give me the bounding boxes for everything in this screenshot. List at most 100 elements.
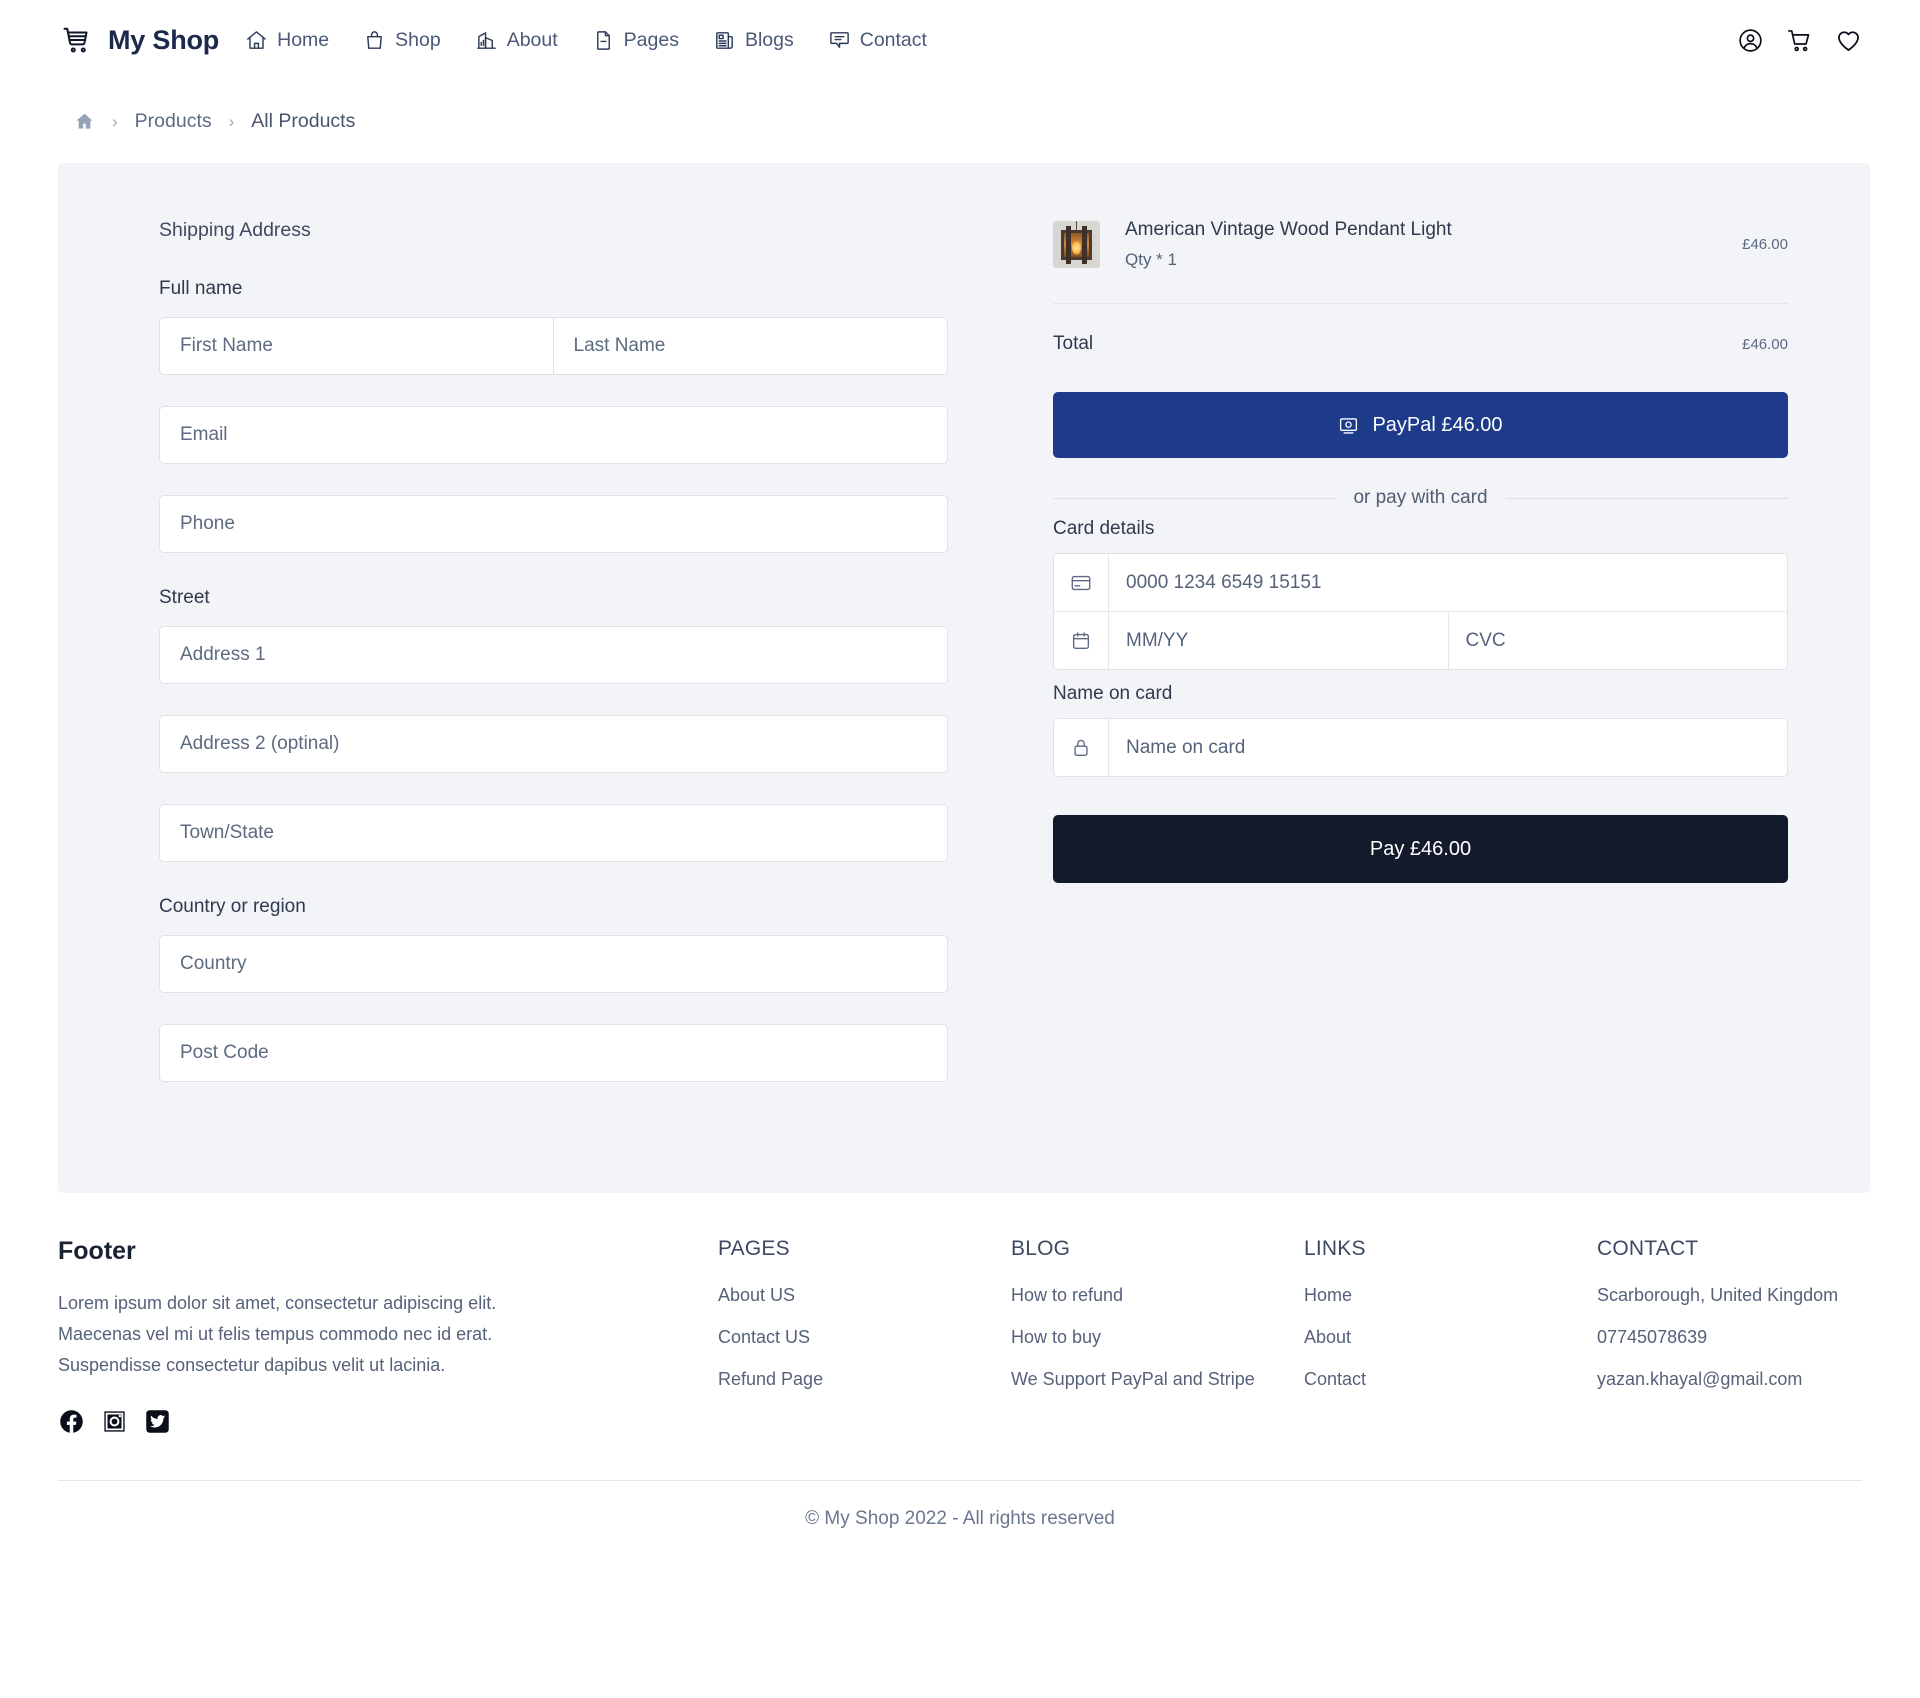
footer-link[interactable]: Refund Page <box>718 1369 1011 1390</box>
home-icon[interactable] <box>74 111 95 132</box>
shopping-cart-icon[interactable] <box>1786 27 1813 54</box>
full-name-row <box>159 317 948 375</box>
pay-button[interactable]: Pay £46.00 <box>1053 815 1788 883</box>
country-region-label: Country or region <box>159 896 306 917</box>
footer-about: Footer Lorem ipsum dolor sit amet, conse… <box>58 1237 718 1435</box>
shipping-address-form: Shipping Address Full name Street Countr… <box>98 219 988 1131</box>
footer-link[interactable]: How to buy <box>1011 1327 1304 1348</box>
file-minus-icon <box>592 29 615 52</box>
footer-link[interactable]: Home <box>1304 1285 1597 1306</box>
footer-column-links: LINKS Home About Contact <box>1304 1237 1597 1435</box>
nav-links: Home Shop About Pages Blogs Contact <box>245 29 927 52</box>
order-item-name: American Vintage Wood Pendant Light <box>1125 219 1452 240</box>
address1-input[interactable] <box>159 626 948 684</box>
paypal-pay-button-label: PayPal £46.00 <box>1372 413 1503 436</box>
name-on-card-row <box>1054 719 1787 776</box>
name-on-card-input[interactable] <box>1109 719 1787 776</box>
footer-link[interactable]: Contact <box>1304 1369 1597 1390</box>
brand-name: My Shop <box>108 24 220 55</box>
card-cvc-input[interactable] <box>1448 612 1787 669</box>
order-item-qty: Qty * 1 <box>1125 250 1177 269</box>
nav-link-label: Home <box>277 28 330 51</box>
nav-link-label: Shop <box>395 28 441 51</box>
breadcrumb-separator: › <box>228 111 235 131</box>
copyright-text: © My Shop 2022 - All rights reserved <box>805 1508 1115 1529</box>
footer-contact-email: yazan.khayal@gmail.com <box>1597 1369 1803 1389</box>
name-on-card-group <box>1053 718 1788 777</box>
footer-description: Lorem ipsum dolor sit amet, consectetur … <box>58 1293 497 1375</box>
checkout-panel: Shipping Address Full name Street Countr… <box>58 163 1870 1193</box>
footer-contact-phone: 07745078639 <box>1597 1327 1708 1347</box>
paypal-pay-button[interactable]: PayPal £46.00 <box>1053 392 1788 458</box>
footer-contact-address: Scarborough, United Kingdom <box>1597 1285 1839 1305</box>
nav-link-blogs[interactable]: Blogs <box>713 29 794 52</box>
lock-icon <box>1054 719 1109 776</box>
town-state-input[interactable] <box>159 804 948 862</box>
footer-column-contact: CONTACT Scarborough, United Kingdom 0774… <box>1597 1237 1838 1435</box>
full-name-label: Full name <box>159 278 243 299</box>
breadcrumb-item-all-products[interactable]: All Products <box>251 110 355 133</box>
facebook-icon[interactable] <box>58 1408 85 1435</box>
nav-link-contact[interactable]: Contact <box>828 29 927 52</box>
first-name-input[interactable] <box>159 317 554 375</box>
shopping-cart-icon <box>62 25 92 55</box>
footer-title: Footer <box>58 1237 136 1265</box>
footer-social-links <box>58 1408 608 1435</box>
newspaper-icon <box>713 29 736 52</box>
pendant-lamp-thumbnail <box>1053 221 1100 268</box>
order-line-item: American Vintage Wood Pendant Light Qty … <box>1053 219 1788 304</box>
nav-link-shop[interactable]: Shop <box>363 29 441 52</box>
email-input[interactable] <box>159 406 948 464</box>
phone-input[interactable] <box>159 495 948 553</box>
address2-input[interactable] <box>159 715 948 773</box>
chat-bubble-icon <box>828 29 851 52</box>
country-input[interactable] <box>159 935 948 993</box>
footer-link[interactable]: About <box>1304 1327 1597 1348</box>
nav-link-home[interactable]: Home <box>245 29 329 52</box>
site-footer: Footer Lorem ipsum dolor sit amet, conse… <box>0 1193 1920 1435</box>
order-item-price: £46.00 <box>1742 236 1788 253</box>
footer-column-blog: BLOG How to refund How to buy We Support… <box>1011 1237 1304 1435</box>
or-pay-with-card-label: or pay with card <box>1353 487 1488 508</box>
card-number-row <box>1054 554 1787 611</box>
footer-column-heading: PAGES <box>718 1237 790 1260</box>
footer-link[interactable]: Contact US <box>718 1327 1011 1348</box>
credit-card-icon <box>1054 554 1109 611</box>
twitter-icon[interactable] <box>144 1408 171 1435</box>
shopping-bag-icon <box>363 29 386 52</box>
nav-link-label: Pages <box>623 28 679 51</box>
breadcrumb: › Products › All Products <box>0 80 1920 136</box>
brand-group[interactable]: My Shop <box>62 25 219 56</box>
house-icon <box>245 29 268 52</box>
footer-link[interactable]: About US <box>718 1285 1011 1306</box>
heart-icon[interactable] <box>1835 27 1862 54</box>
paypal-icon <box>1338 415 1359 436</box>
footer-column-heading: LINKS <box>1304 1237 1366 1260</box>
footer-column-pages: PAGES About US Contact US Refund Page <box>718 1237 1011 1435</box>
calendar-icon <box>1054 612 1109 669</box>
user-circle-icon[interactable] <box>1737 27 1764 54</box>
nav-actions <box>1737 27 1862 54</box>
nav-link-label: About <box>506 28 558 51</box>
card-expiry-input[interactable] <box>1109 612 1449 669</box>
breadcrumb-item-products[interactable]: Products <box>135 110 212 133</box>
shipping-address-title: Shipping Address <box>159 219 311 241</box>
footer-link[interactable]: How to refund <box>1011 1285 1304 1306</box>
footer-column-heading: CONTACT <box>1597 1237 1699 1260</box>
nav-link-pages[interactable]: Pages <box>592 29 679 52</box>
nav-link-about[interactable]: About <box>475 29 558 52</box>
name-on-card-label: Name on card <box>1053 683 1173 704</box>
footer-link[interactable]: We Support PayPal and Stripe <box>1011 1369 1304 1390</box>
post-code-input[interactable] <box>159 1024 948 1082</box>
order-total-row: Total £46.00 <box>1053 304 1788 355</box>
card-number-input[interactable] <box>1109 554 1787 611</box>
nav-link-label: Blogs <box>744 28 794 51</box>
order-summary-and-payment: American Vintage Wood Pendant Light Qty … <box>988 219 1830 1131</box>
card-details-label: Card details <box>1053 518 1155 539</box>
instagram-icon[interactable] <box>101 1408 128 1435</box>
street-label: Street <box>159 587 210 608</box>
breadcrumb-separator: › <box>112 111 118 131</box>
order-total-label: Total <box>1053 333 1094 354</box>
last-name-input[interactable] <box>553 317 948 375</box>
card-expiry-cvc-row <box>1054 611 1787 669</box>
